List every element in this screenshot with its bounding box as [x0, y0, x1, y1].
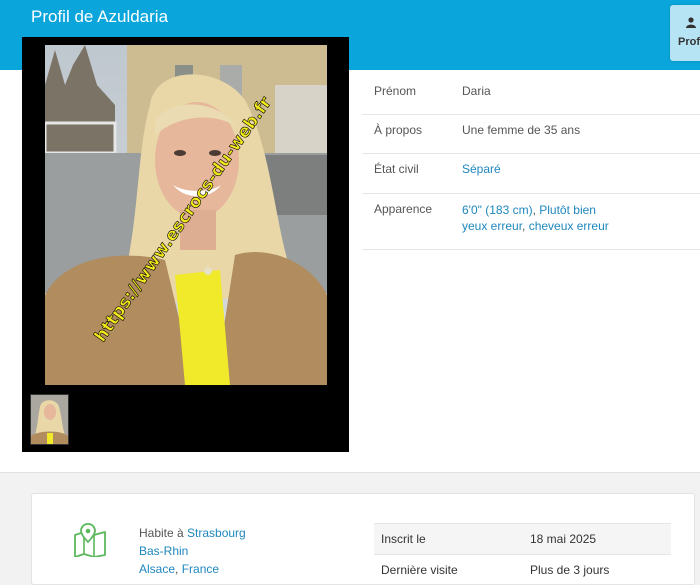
separator: ,	[175, 562, 182, 576]
tab-profile[interactable]: Profil	[670, 5, 700, 61]
build-link[interactable]: Plutôt bien	[539, 203, 596, 217]
separator: ,	[522, 219, 529, 233]
detail-value-cell: Séparé	[462, 154, 700, 194]
detail-value: Daria	[462, 75, 700, 115]
detail-row-marital: État civil Séparé	[362, 154, 700, 194]
stat-label: Inscrit le	[374, 524, 523, 555]
location-text: Habite à Strasbourg Bas-Rhin Alsace, Fra…	[139, 524, 246, 578]
photo-thumbnail[interactable]	[30, 394, 69, 445]
location-card: Habite à Strasbourg Bas-Rhin Alsace, Fra…	[31, 493, 695, 585]
detail-row-firstname: Prénom Daria	[362, 75, 700, 115]
area-link[interactable]: Alsace	[139, 562, 175, 576]
stat-row-registered: Inscrit le 18 mai 2025	[374, 524, 671, 555]
detail-row-about: À propos Une femme de 35 ans	[362, 115, 700, 154]
profile-details: Prénom Daria À propos Une femme de 35 an…	[362, 75, 700, 250]
detail-value-cell: 6'0" (183 cm), Plutôt bien yeux erreur, …	[462, 194, 700, 250]
detail-label: Prénom	[362, 75, 462, 115]
height-link[interactable]: 6'0" (183 cm)	[462, 203, 533, 217]
thumbnail-image	[31, 395, 68, 444]
tab-profile-label: Profil	[678, 36, 700, 48]
detail-label: Apparence	[362, 194, 462, 250]
stat-label: Dernière visite	[374, 555, 523, 585]
stat-value: 18 mai 2025	[523, 524, 671, 555]
marital-status-link[interactable]: Séparé	[462, 162, 501, 176]
profile-photo-image: https://www.escrocs-du-web.fr	[45, 45, 327, 385]
member-stats: Inscrit le 18 mai 2025 Dernière visite P…	[374, 523, 671, 585]
user-icon	[686, 17, 696, 28]
hair-link[interactable]: cheveux erreur	[529, 219, 609, 233]
detail-label: État civil	[362, 154, 462, 194]
detail-value: Une femme de 35 ans	[462, 115, 700, 154]
city-link[interactable]: Strasbourg	[187, 526, 246, 540]
stat-row-last-visit: Dernière visite Plus de 3 jours	[374, 555, 671, 585]
stat-value: Plus de 3 jours	[523, 555, 671, 585]
map-pin-icon	[74, 523, 106, 557]
detail-label: À propos	[362, 115, 462, 154]
eyes-link[interactable]: yeux erreur	[462, 219, 522, 233]
photo-gallery: https://www.escrocs-du-web.fr	[22, 37, 349, 452]
detail-row-appearance: Apparence 6'0" (183 cm), Plutôt bien yeu…	[362, 194, 700, 250]
page-title: Profil de Azuldaria	[31, 7, 168, 27]
country-link[interactable]: France	[182, 562, 219, 576]
region-link[interactable]: Bas-Rhin	[139, 544, 188, 558]
location-prefix: Habite à	[139, 526, 187, 540]
profile-photo[interactable]: https://www.escrocs-du-web.fr	[45, 45, 327, 385]
